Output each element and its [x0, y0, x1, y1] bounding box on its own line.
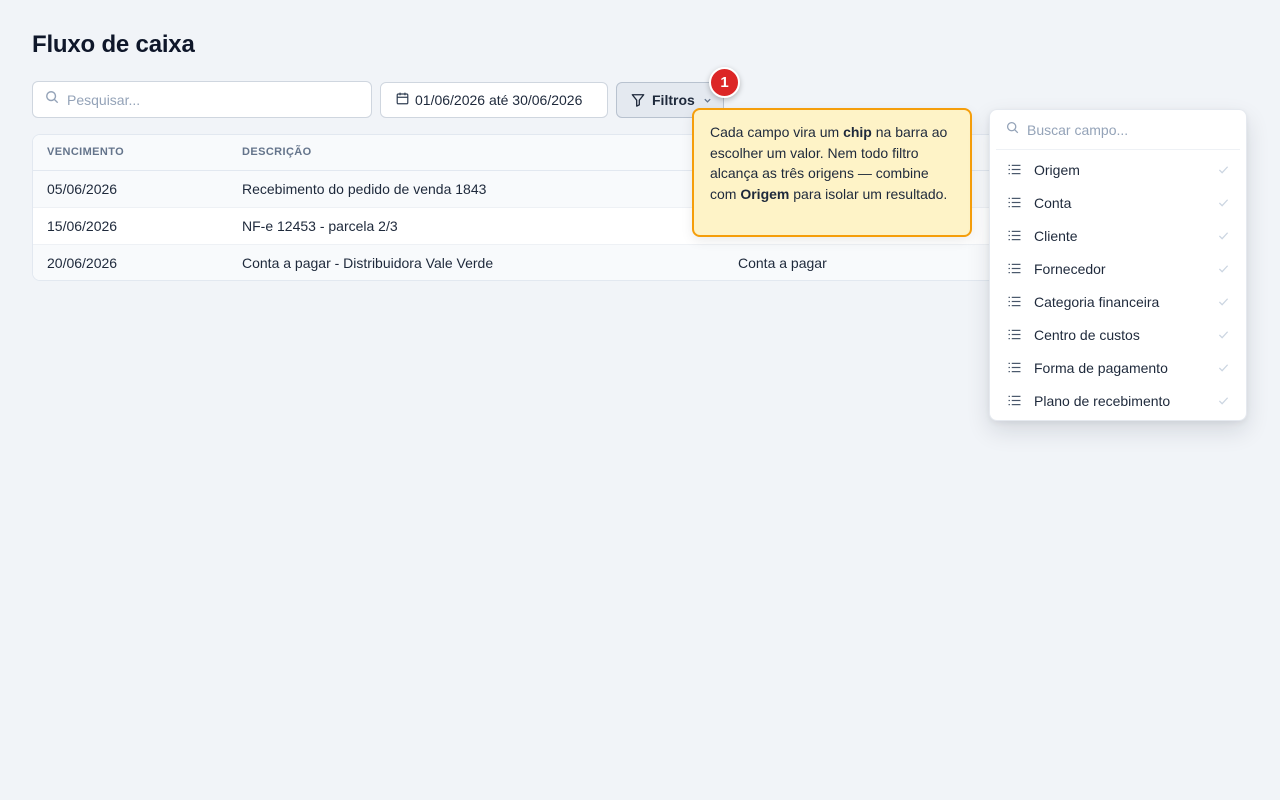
tooltip-bold-origem: Origem [740, 185, 790, 202]
list-icon [1008, 263, 1021, 274]
cell-descricao: Recebimento do pedido de venda 1843 [242, 181, 487, 197]
tooltip-text-1: Cada campo vira um [710, 124, 844, 140]
column-header-descricao[interactable]: DESCRIÇÃO [242, 146, 312, 158]
step-badge: 1 [709, 67, 740, 98]
date-range-label: 01/06/2026 até 30/06/2026 [415, 92, 583, 108]
tooltip-bold-chip: chip [843, 124, 872, 140]
check-icon [1218, 199, 1229, 207]
filter-field-dropdown: Origem Conta Cliente Fornecedor Categori… [989, 109, 1247, 421]
search-icon [45, 90, 59, 109]
list-icon [1008, 164, 1021, 175]
field-option-categoria-financeira[interactable]: Categoria financeira [990, 285, 1246, 318]
onboarding-tooltip: Cada campo vira um chip na barra ao esco… [692, 108, 972, 237]
cell-vencimento: 15/06/2026 [47, 218, 118, 234]
check-icon [1218, 265, 1229, 273]
field-option-forma-de-pagamento[interactable]: Forma de pagamento [990, 351, 1246, 384]
table-row[interactable]: 20/06/2026 Conta a pagar - Distribuidora… [33, 245, 1031, 280]
list-icon [1008, 395, 1021, 406]
filters-label: Filtros [652, 92, 695, 108]
list-icon [1008, 362, 1021, 373]
search-icon [1006, 121, 1019, 139]
list-icon [1008, 296, 1021, 307]
tooltip-text-3: para isolar um resultado. [789, 185, 948, 202]
field-option-label: Fornecedor [1034, 260, 1106, 277]
field-option-origem[interactable]: Origem [990, 153, 1246, 186]
column-header-vencimento[interactable]: VENCIMENTO [47, 146, 124, 158]
check-icon [1218, 166, 1229, 174]
cell-descricao: Conta a pagar - Distribuidora Vale Verde [242, 255, 494, 271]
field-option-plano-de-recebimento[interactable]: Plano de recebimento [990, 384, 1246, 417]
page-title: Fluxo de caixa [32, 31, 195, 58]
dropdown-search[interactable] [996, 110, 1240, 150]
calendar-icon [396, 92, 415, 108]
search-box[interactable] [32, 81, 372, 118]
field-option-label: Conta [1034, 194, 1072, 211]
field-option-conta[interactable]: Conta [990, 186, 1246, 219]
check-icon [1218, 298, 1229, 306]
field-search-input[interactable] [1027, 121, 1227, 138]
field-list: Origem Conta Cliente Fornecedor Categori… [990, 150, 1246, 417]
field-option-label: Forma de pagamento [1034, 359, 1168, 376]
field-option-centro-de-custos[interactable]: Centro de custos [990, 318, 1246, 351]
field-option-fornecedor[interactable]: Fornecedor [990, 252, 1246, 285]
cell-vencimento: 05/06/2026 [47, 181, 118, 197]
list-icon [1008, 230, 1021, 241]
date-range-button[interactable]: 01/06/2026 até 30/06/2026 [380, 82, 608, 118]
check-icon [1218, 397, 1229, 405]
field-option-label: Origem [1034, 161, 1080, 178]
field-option-label: Centro de custos [1034, 326, 1140, 343]
search-input[interactable] [67, 91, 347, 108]
chevron-down-icon [704, 98, 711, 103]
filter-icon [631, 94, 645, 107]
list-icon [1008, 197, 1021, 208]
cell-vencimento: 20/06/2026 [47, 255, 118, 271]
field-option-label: Categoria financeira [1034, 293, 1160, 310]
list-icon [1008, 329, 1021, 340]
check-icon [1218, 232, 1229, 240]
field-option-label: Plano de recebimento [1034, 392, 1171, 409]
check-icon [1218, 364, 1229, 372]
cell-origem: Conta a pagar [738, 255, 827, 271]
cell-descricao: NF-e 12453 - parcela 2/3 [242, 218, 398, 234]
field-option-label: Cliente [1034, 227, 1078, 244]
field-option-cliente[interactable]: Cliente [990, 219, 1246, 252]
check-icon [1218, 331, 1229, 339]
